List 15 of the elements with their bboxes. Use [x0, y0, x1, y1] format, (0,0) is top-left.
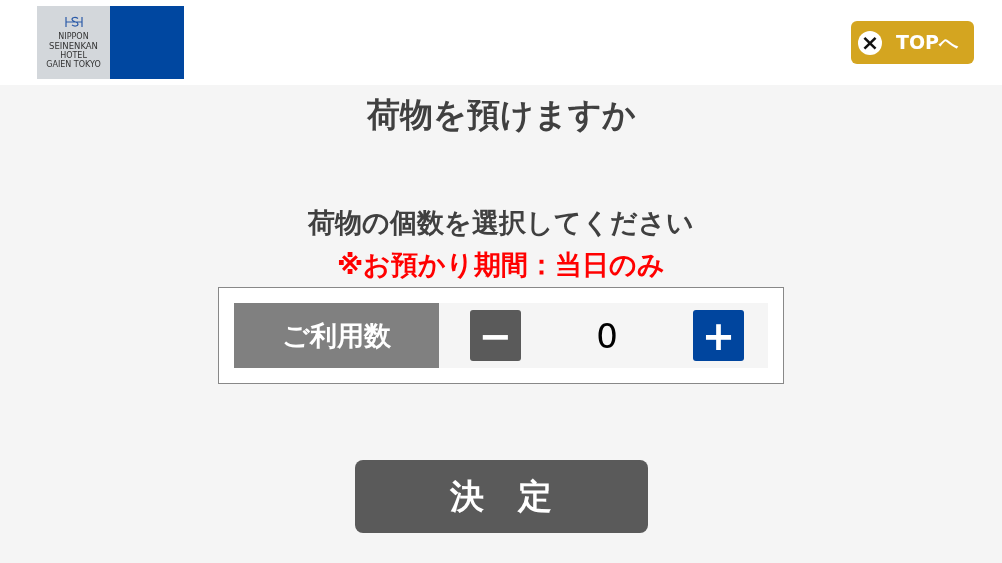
counter-label: ご利用数	[234, 303, 439, 368]
logo-text: SEINENKAN	[49, 41, 98, 51]
logo-text: GAIEN TOKYO	[46, 60, 101, 69]
minus-button[interactable]: −	[470, 310, 521, 361]
top-button[interactable]: × TOPへ	[851, 21, 974, 64]
monogram-icon	[63, 16, 84, 28]
close-icon: ×	[858, 30, 882, 55]
instruction-text: 荷物の個数を選択してください	[308, 206, 694, 240]
logo-text: HOTEL	[60, 51, 87, 60]
count-value: 0	[596, 315, 618, 356]
confirm-button[interactable]: 決 定	[354, 460, 648, 533]
notice-text: ※お預かり期間：当日のみ	[336, 248, 666, 282]
plus-button[interactable]: +	[693, 310, 744, 361]
logo-text: NIPPON	[58, 32, 89, 41]
page-title: 荷物を預けますか	[366, 94, 636, 136]
